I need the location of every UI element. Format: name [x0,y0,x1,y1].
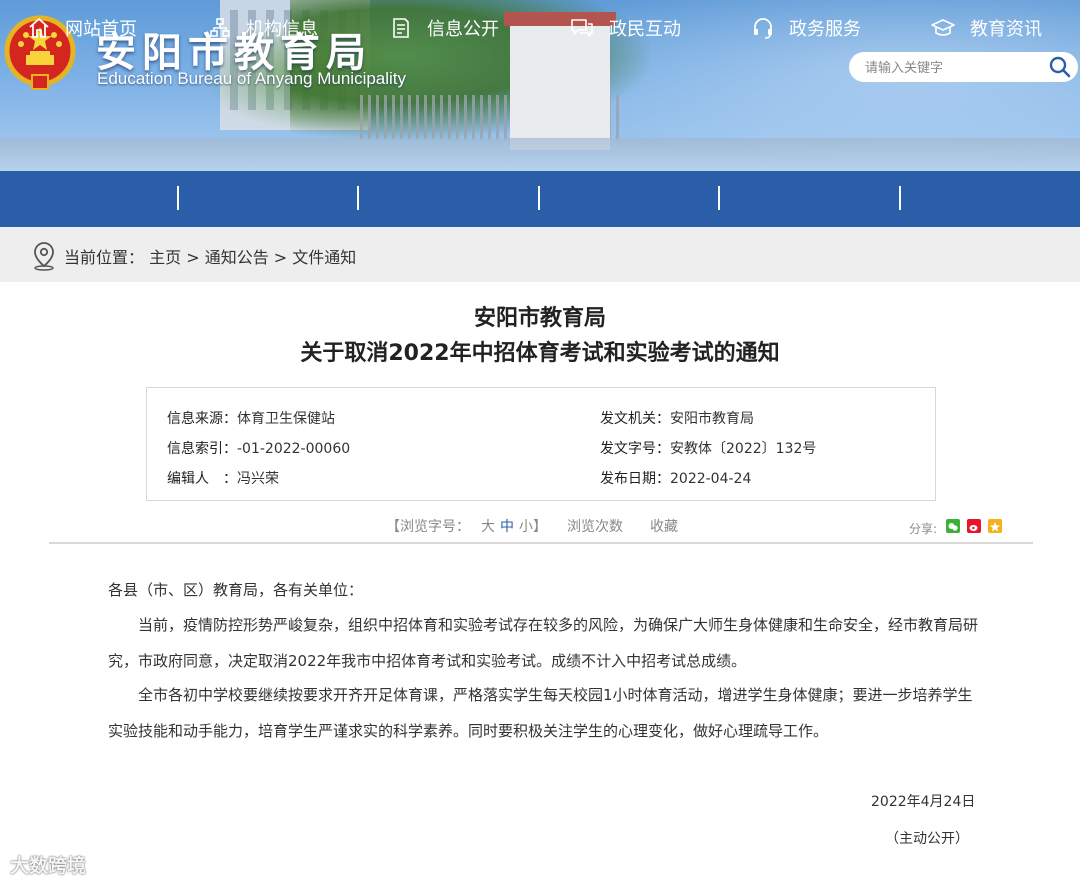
breadcrumb-file-notices[interactable]: 文件通知 [292,248,356,267]
meta-label: 发布日期： [600,471,670,487]
search-input[interactable] [863,57,1042,79]
meta-value: -01-2022-00060 [237,441,351,457]
meta-label: 发文字号： [600,441,670,457]
content-divider [49,542,1033,544]
font-size-open: 【浏览字号： [386,519,470,535]
meta-value: 体育卫生保健站 [237,411,335,427]
meta-doc-number: 发文字号：安教体〔2022〕132号 [600,438,816,458]
nav-item-education-news[interactable]: 教育资讯 [930,0,1042,56]
breadcrumb-notices[interactable]: 通知公告 [205,248,269,267]
main-nav [0,171,1080,227]
graduation-cap-icon [931,19,955,36]
site-subtitle: Education Bureau of Anyang Municipality [97,69,407,88]
meta-index: 信息索引：-01-2022-00060 [167,438,350,458]
font-size-close: 】 [533,519,547,535]
article-title: 关于取消2022年中招体育考试和实验考试的通知 [300,341,780,366]
meta-source: 信息来源：体育卫生保健站 [167,408,335,428]
nav-separator [899,186,901,210]
breadcrumb-bar: 当前位置： 主页 > 通知公告 > 文件通知 [0,227,1080,282]
favorite-link[interactable]: 收藏 [650,516,678,536]
nav-item-label: 教育资讯 [970,19,1042,40]
meta-label: 信息索引： [167,441,237,457]
wechat-share-icon[interactable] [946,519,960,533]
view-count-label: 浏览次数 [567,519,623,535]
nav-item-label: 信息公开 [427,19,499,40]
body-paragraph: 全市各初中学校要继续按要求开齐开足体育课，严格落实学生每天校园1小时体育活动，增… [108,686,973,740]
meta-value: 2022-04-24 [670,471,752,487]
meta-publish-date: 发布日期：2022-04-24 [600,468,751,488]
headset-icon [754,18,772,39]
breadcrumb-separator: > [181,248,205,267]
breadcrumb: 当前位置： 主页 > 通知公告 > 文件通知 [64,244,356,268]
font-size-small[interactable]: 小 [519,516,533,536]
org-chart-icon [210,18,230,37]
meta-issuer: 发文机关：安阳市教育局 [600,408,754,428]
article-meta-box: 信息来源：体育卫生保健站 信息索引：-01-2022-00060 编辑人 ：冯兴… [146,387,936,501]
site-header: 安阳市教育局 Education Bureau of Anyang Munici… [0,0,1080,171]
font-size-large[interactable]: 大 [481,516,495,536]
body-paragraph: 当前，疫情防控形势严峻复杂，组织中招体育和实验考试存在较多的风险，为确保广大师生… [108,616,979,670]
breadcrumb-separator: > [268,248,293,267]
meta-label: 编辑人 ： [167,471,237,487]
nav-separator [357,186,359,210]
header-ground-photo [0,138,1080,171]
share-label: 分享: [909,522,938,536]
body-salutation: 各县（市、区）教育局，各有关单位： [108,581,364,599]
breadcrumb-prefix: 当前位置： [64,248,145,267]
chat-bubbles-icon [571,19,593,37]
font-size-medium[interactable]: 中 [500,516,514,536]
nav-item-org[interactable]: 机构信息 [208,0,318,56]
watermark: 大数跨境 [10,855,87,877]
home-icon [29,18,49,38]
favorite-share-icon[interactable] [988,519,1002,533]
nav-item-home[interactable]: 网站首页 [27,0,137,56]
nav-item-info-disclosure[interactable]: 信息公开 [389,0,499,56]
nav-item-services[interactable]: 政务服务 [751,0,861,56]
search-box [849,52,1078,82]
meta-label: 发文机关： [600,411,670,427]
signature-date: 2022年4月24日 [871,794,976,810]
nav-item-label: 网站首页 [65,19,137,40]
document-icon [393,18,409,38]
nav-item-label: 政务服务 [789,19,861,40]
breadcrumb-home[interactable]: 主页 [149,248,181,267]
weibo-share-icon[interactable] [967,519,981,533]
disclosure-note: （主动公开） [885,831,969,847]
nav-item-interaction[interactable]: 政民互动 [569,0,681,56]
nav-item-label: 政民互动 [609,19,681,40]
article-org: 安阳市教育局 [473,306,606,331]
nav-separator [718,186,720,210]
meta-value: 冯兴荣 [237,471,279,487]
meta-label: 信息来源： [167,411,237,427]
nav-item-label: 机构信息 [246,19,318,40]
search-icon[interactable] [1048,55,1072,79]
meta-value: 安教体〔2022〕132号 [670,441,817,457]
location-pin-icon [34,242,54,271]
nav-separator [538,186,540,210]
meta-editor: 编辑人 ：冯兴荣 [167,468,279,488]
meta-value: 安阳市教育局 [670,411,754,427]
nav-separator [177,186,179,210]
